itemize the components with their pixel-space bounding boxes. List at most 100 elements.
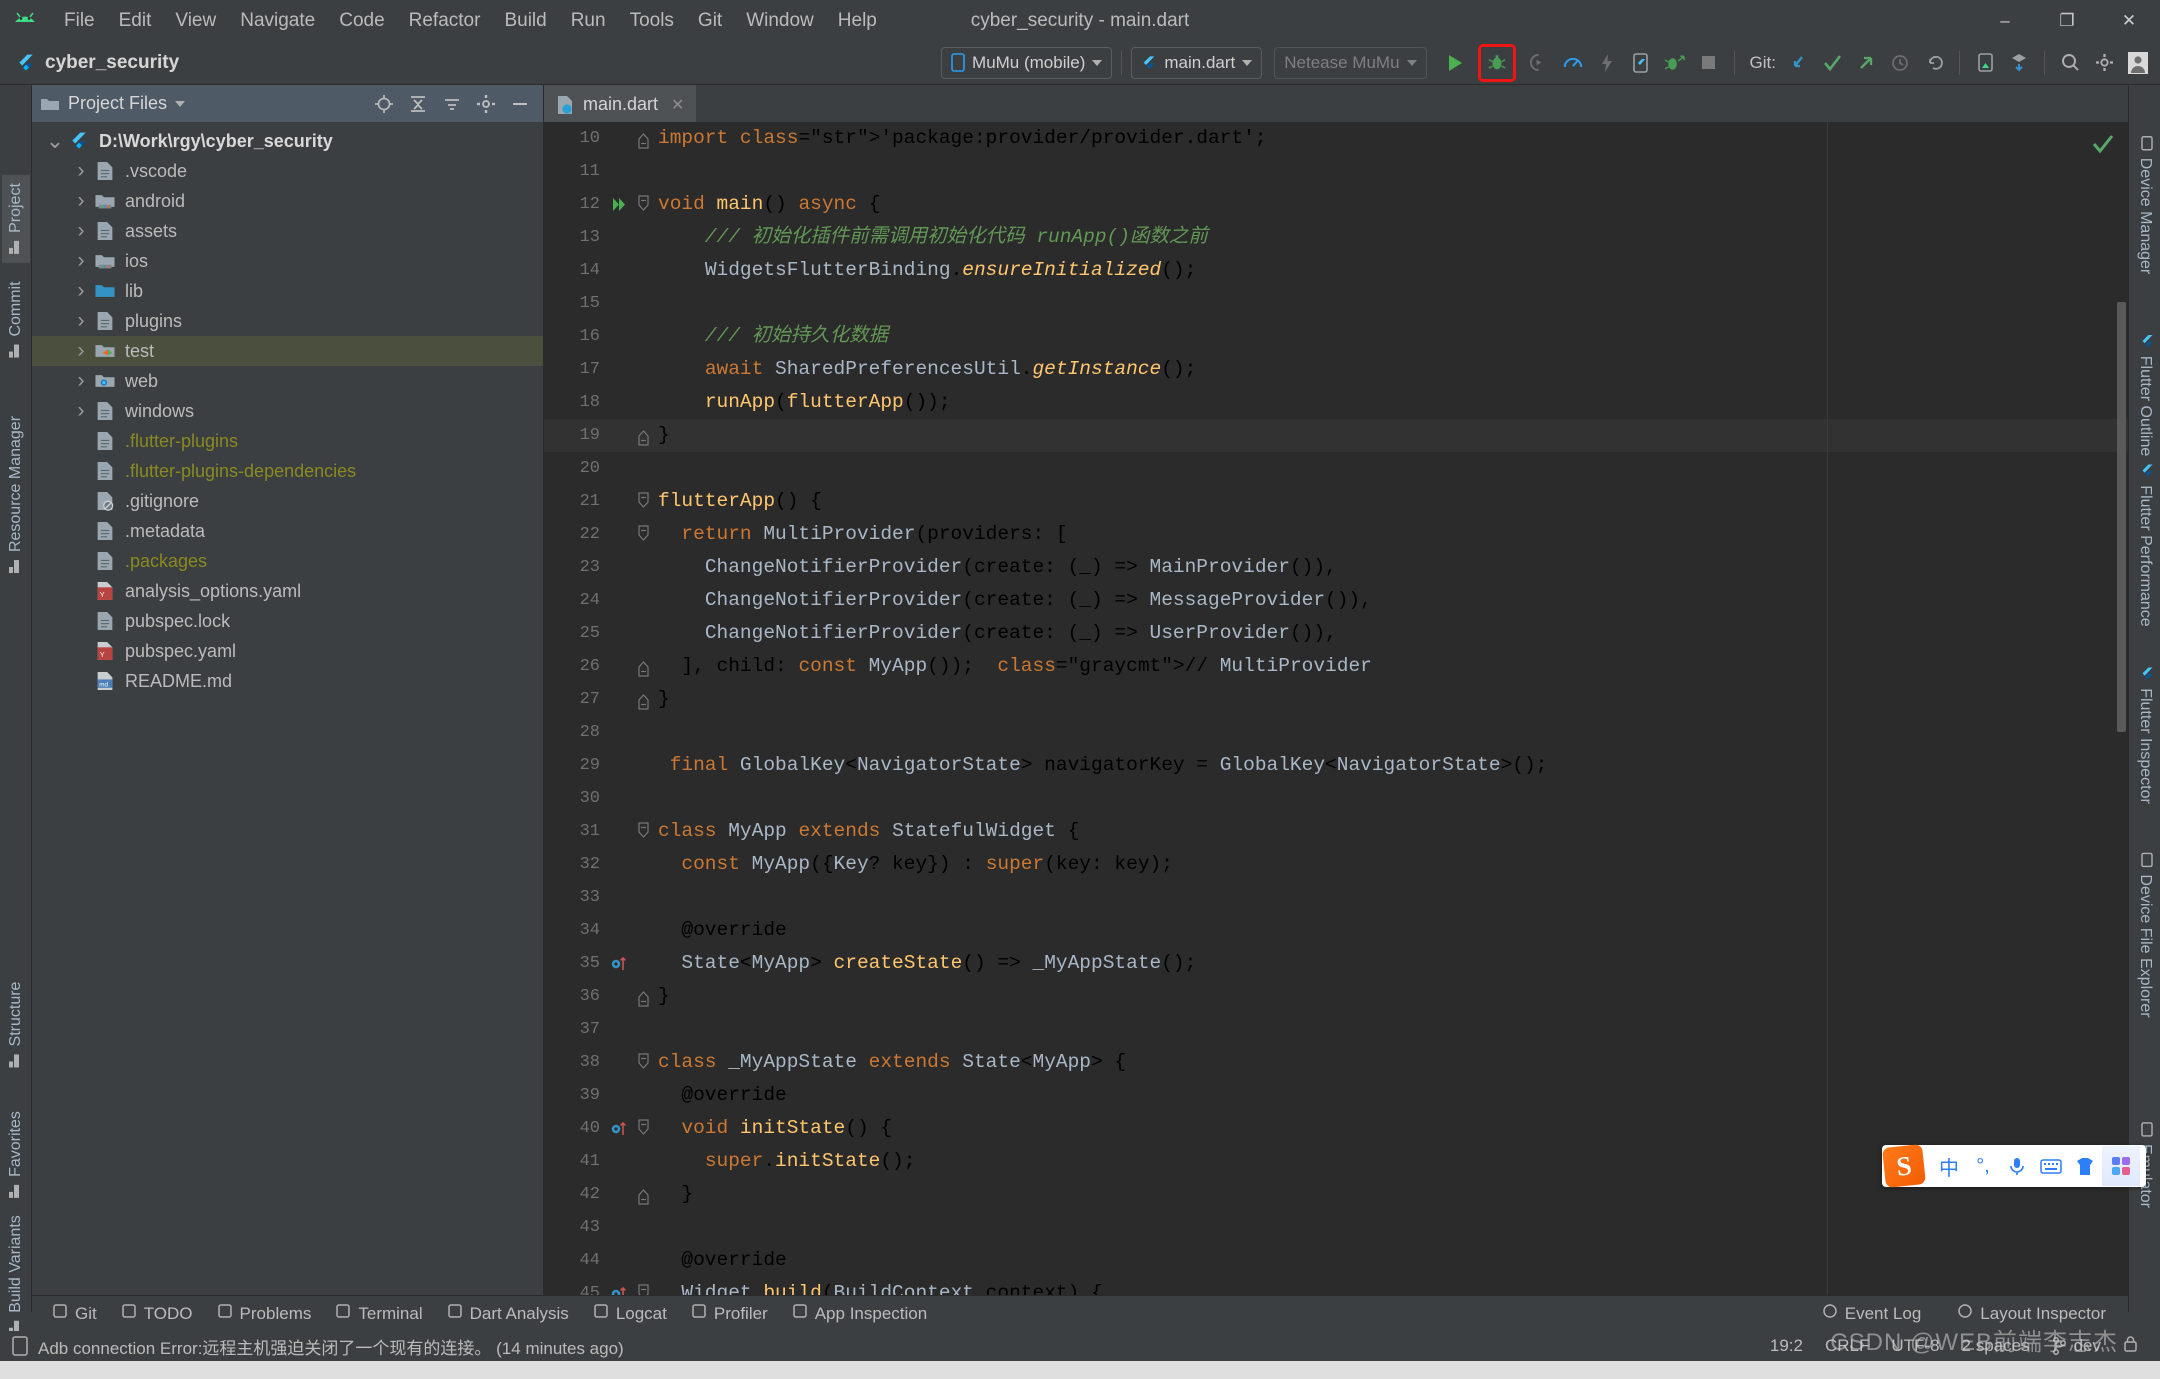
settings-icon[interactable] (471, 90, 501, 118)
profile-button[interactable] (1557, 47, 1589, 79)
line-number[interactable]: 11 (544, 155, 606, 188)
ime-toolbar[interactable]: S 中 °, (1882, 1144, 2146, 1188)
close-icon[interactable]: ✕ (671, 95, 684, 115)
chevron-down-icon[interactable]: ⌄ (44, 130, 66, 152)
line-number[interactable]: 15 (544, 287, 606, 320)
code-text[interactable]: runApp(flutterApp()); (654, 386, 951, 419)
line-number[interactable]: 25 (544, 617, 606, 650)
code-text[interactable]: flutterApp() { (654, 485, 822, 518)
code-text[interactable]: final GlobalKey<NavigatorState> navigato… (654, 749, 1548, 782)
line-number[interactable]: 22 (544, 518, 606, 551)
fold-start-icon[interactable] (632, 821, 654, 843)
code-text[interactable]: void initState() { (654, 1112, 892, 1145)
toolwindow-device-manager[interactable]: Device Manager (2135, 136, 2155, 274)
bottom-toolwindow-event-log[interactable]: Event Log (1812, 1300, 1932, 1327)
menu-window[interactable]: Window (734, 6, 826, 36)
toolwindow-build-variants[interactable]: Build Variants (6, 1215, 26, 1335)
minimize-button[interactable]: – (1974, 0, 2036, 41)
fold-end-icon[interactable] (632, 689, 654, 711)
settings-button[interactable] (2088, 47, 2120, 79)
run-coverage-button[interactable] (1523, 47, 1555, 79)
line-number[interactable]: 23 (544, 551, 606, 584)
tree-node-ios[interactable]: › ios (32, 246, 543, 276)
device-selector[interactable]: MuMu (mobile) (941, 46, 1113, 79)
override-gutter-icon[interactable] (606, 955, 632, 972)
code-text[interactable]: const MyApp({Key? key}) : super(key: key… (654, 848, 1173, 881)
line-number[interactable]: 30 (544, 782, 606, 815)
line-number[interactable]: 27 (544, 683, 606, 716)
sogou-logo-icon[interactable]: S (1882, 1144, 1926, 1188)
code-text[interactable]: @override (654, 914, 786, 947)
hot-reload-button[interactable] (1591, 47, 1623, 79)
fold-start-icon[interactable] (632, 1052, 654, 1074)
fold-end-icon[interactable] (632, 425, 654, 447)
chevron-right-icon[interactable]: › (70, 189, 92, 213)
tree-node--metadata[interactable]: .metadata (32, 516, 543, 546)
code-text[interactable]: } (654, 419, 670, 452)
chevron-right-icon[interactable]: › (70, 219, 92, 243)
search-everywhere-button[interactable] (2054, 47, 2086, 79)
bottom-toolwindow-app-inspection[interactable]: App Inspection (782, 1300, 937, 1327)
tree-node--vscode[interactable]: › .vscode (32, 156, 543, 186)
menu-refactor[interactable]: Refactor (397, 6, 493, 36)
fold-end-icon[interactable] (632, 986, 654, 1008)
menu-file[interactable]: File (52, 6, 107, 36)
tree-node--gitignore[interactable]: .gitignore (32, 486, 543, 516)
chevron-right-icon[interactable]: › (70, 279, 92, 303)
bottom-toolwindow-terminal[interactable]: Terminal (325, 1300, 432, 1327)
bottom-toolwindow-problems[interactable]: Problems (207, 1300, 322, 1327)
line-number[interactable]: 20 (544, 452, 606, 485)
line-number[interactable]: 35 (544, 947, 606, 980)
menu-edit[interactable]: Edit (107, 6, 164, 36)
bottom-toolwindow-layout-inspector[interactable]: Layout Inspector (1947, 1300, 2116, 1327)
tree-node-plugins[interactable]: › plugins (32, 306, 543, 336)
fold-end-icon[interactable] (632, 128, 654, 150)
line-number[interactable]: 40 (544, 1112, 606, 1145)
override-gutter-icon[interactable] (606, 1120, 632, 1137)
line-number[interactable]: 17 (544, 353, 606, 386)
bottom-toolwindow-todo[interactable]: TODO (111, 1300, 203, 1327)
flutter-device-button[interactable] (1625, 47, 1657, 79)
line-number[interactable]: 13 (544, 221, 606, 254)
line-number[interactable]: 33 (544, 881, 606, 914)
tree-node-android[interactable]: › android (32, 186, 543, 216)
toolwindow-structure[interactable]: Structure (6, 982, 26, 1069)
ime-button-keyboard[interactable] (2034, 1146, 2068, 1186)
code-text[interactable]: } (654, 1178, 693, 1211)
tab-main-dart[interactable]: main.dart ✕ (544, 85, 697, 122)
line-number[interactable]: 10 (544, 122, 606, 155)
ime-button-apps[interactable] (2102, 1146, 2140, 1186)
commit-button[interactable] (1816, 47, 1848, 79)
run-button[interactable] (1439, 47, 1471, 79)
code-text[interactable]: import class="str">'package:provider/pro… (654, 122, 1267, 155)
ime-button-skin[interactable] (2068, 1146, 2102, 1186)
menu-help[interactable]: Help (826, 6, 889, 36)
tree-node-d--work-rgy-cyber_security[interactable]: ⌄ D:\Work\rgy\cyber_security (32, 126, 543, 156)
tree-node-lib[interactable]: › lib (32, 276, 543, 306)
code-text[interactable]: State<MyApp> createState() => _MyAppStat… (654, 947, 1196, 980)
code-text[interactable]: return MultiProvider(providers: [ (654, 518, 1067, 551)
status-message[interactable]: Adb connection Error:远程主机强迫关闭了一个现有的连接。 (… (38, 1334, 624, 1359)
emulator-selector[interactable]: Netease MuMu (1274, 46, 1427, 79)
toolwindow-flutter-performance[interactable]: Flutter Performance (2135, 463, 2155, 627)
run-gutter-icon[interactable] (606, 196, 632, 213)
line-number[interactable]: 28 (544, 716, 606, 749)
tree-node-assets[interactable]: › assets (32, 216, 543, 246)
toolwindow-flutter-inspector[interactable]: Flutter Inspector (2135, 666, 2155, 804)
line-number[interactable]: 43 (544, 1211, 606, 1244)
ime-button-mic[interactable] (2000, 1146, 2034, 1186)
lock-icon[interactable] (2123, 1335, 2138, 1358)
update-project-button[interactable] (1782, 47, 1814, 79)
menu-code[interactable]: Code (327, 6, 396, 36)
run-config-selector[interactable]: main.dart (1131, 46, 1263, 79)
account-button[interactable] (2122, 47, 2154, 79)
code-text[interactable]: @override (654, 1079, 786, 1112)
bottom-toolwindow-profiler[interactable]: Profiler (681, 1300, 778, 1327)
code-text[interactable]: /// 初始持久化数据 (654, 320, 888, 353)
code-text[interactable]: super.initState(); (654, 1145, 916, 1178)
hide-icon[interactable] (505, 90, 535, 118)
debug-button[interactable] (1477, 43, 1516, 82)
line-number[interactable]: 14 (544, 254, 606, 287)
caret-position[interactable]: 19:2 (1770, 1336, 1803, 1356)
toolwindow-device-file-explorer[interactable]: Device File Explorer (2135, 852, 2155, 1018)
